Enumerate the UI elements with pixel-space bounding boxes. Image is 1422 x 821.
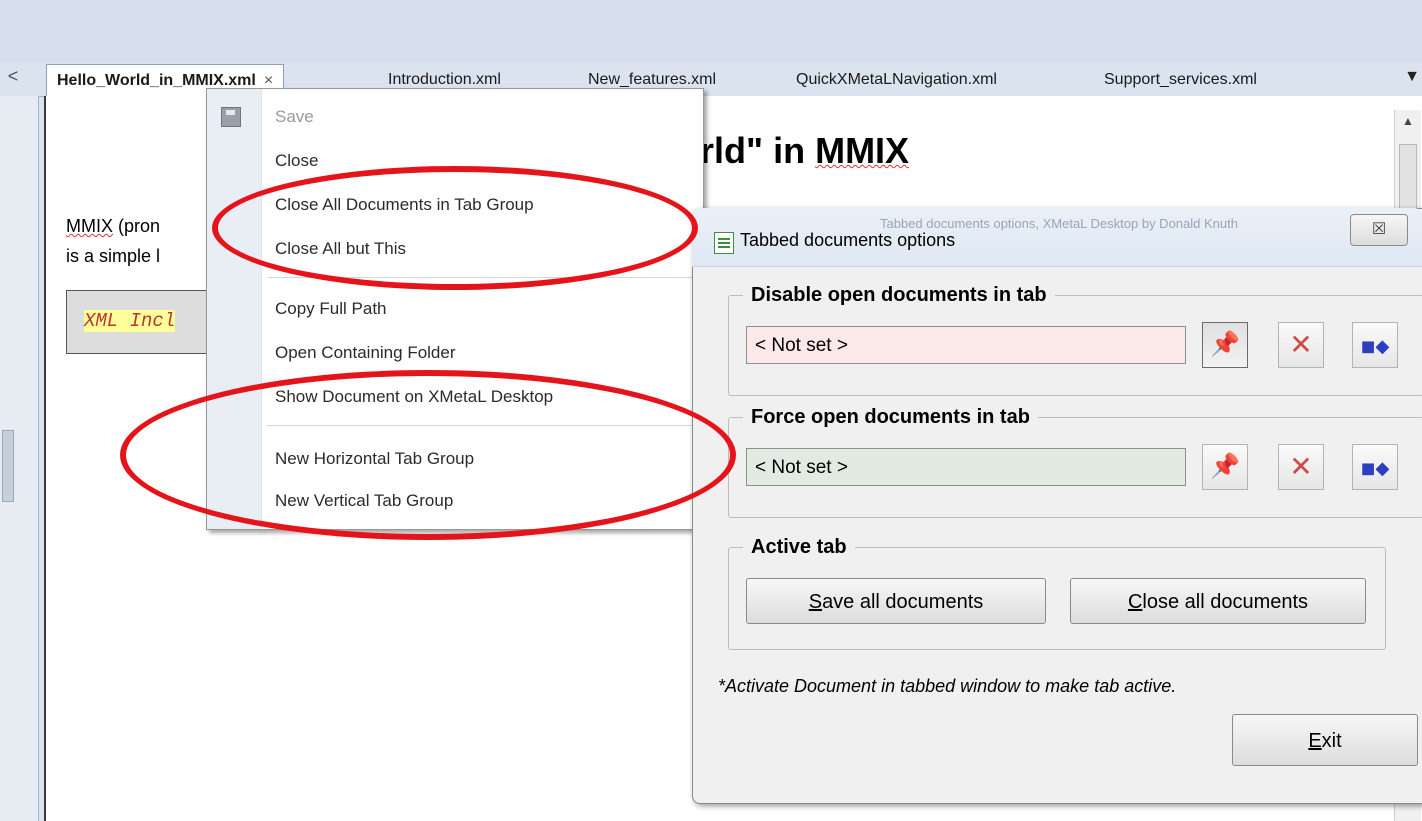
group-legend: Active tab <box>751 536 847 558</box>
button-label: xit <box>1321 730 1342 752</box>
heading-keyword: MMIX <box>815 130 910 171</box>
menu-item-copy-full-path[interactable]: Copy Full Path <box>275 299 387 319</box>
heading-text: rld" in <box>700 130 816 171</box>
force-tab-field[interactable]: < Not set > <box>746 448 1186 486</box>
xml-include-label: XML Incl <box>84 310 176 332</box>
pick-tab-icon: ◼◆ <box>1360 458 1390 478</box>
button-label: lose all documents <box>1142 591 1309 613</box>
tab-support-services[interactable]: Support_services.xml <box>1094 66 1267 94</box>
pin-icon: 📌 <box>1210 331 1240 358</box>
document-heading: rld" in MMIX <box>700 130 909 172</box>
document-paragraph-line1: MMIX (pron <box>66 216 160 237</box>
panel-resize-handle[interactable] <box>2 430 14 502</box>
button-label: ave all documents <box>822 591 984 613</box>
para-text: (pron <box>113 216 161 236</box>
disable-pin-button[interactable]: 📌 <box>1202 322 1248 368</box>
group-legend: Force open documents in tab <box>751 406 1030 428</box>
accelerator-key: C <box>1127 591 1143 613</box>
tab-close-icon[interactable]: × <box>264 72 273 89</box>
save-all-documents-button[interactable]: Save all documents <box>746 578 1046 624</box>
activation-hint: *Activate Document in tabbed window to m… <box>718 676 1177 696</box>
accelerator-key: S <box>808 591 823 613</box>
group-legend: Disable open documents in tab <box>751 284 1047 306</box>
document-paragraph-line2: is a simple l <box>66 246 161 266</box>
accelerator-key: E <box>1308 730 1322 752</box>
tab-label: Hello_World_in_MMIX.xml <box>57 72 256 89</box>
pick-tab-icon: ◼◆ <box>1360 336 1390 356</box>
para-keyword: MMIX <box>66 216 113 236</box>
exit-button[interactable]: Exit <box>1232 714 1418 766</box>
annotation-ellipse <box>212 166 698 290</box>
clear-x-icon: ✕ <box>1289 451 1313 482</box>
disable-tab-field[interactable]: < Not set > <box>746 326 1186 364</box>
dialog-close-button[interactable]: ☒ <box>1350 214 1408 246</box>
save-icon <box>221 107 241 127</box>
disable-pick-button[interactable]: ◼◆ <box>1352 322 1398 368</box>
clear-x-icon: ✕ <box>1289 329 1313 360</box>
dialog-title: Tabbed documents options <box>740 230 956 250</box>
disable-clear-button[interactable]: ✕ <box>1278 322 1324 368</box>
pin-icon: 📌 <box>1210 453 1240 480</box>
scroll-up-icon[interactable]: ▲ <box>1395 114 1421 128</box>
dialog-background-text: Tabbed documents options, XMetaL Desktop… <box>880 216 1238 231</box>
force-pin-button[interactable]: 📌 <box>1202 444 1248 490</box>
annotation-ellipse <box>120 370 736 540</box>
window-top-bar <box>0 0 1422 62</box>
dialog-document-icon <box>714 232 734 254</box>
close-all-documents-button[interactable]: Close all documents <box>1070 578 1366 624</box>
tab-overflow-icon[interactable]: ▼ <box>1402 62 1422 92</box>
tab-scroll-left-icon[interactable]: < <box>2 62 24 90</box>
menu-item-open-containing-folder[interactable]: Open Containing Folder <box>275 343 456 363</box>
menu-item-close[interactable]: Close <box>275 151 318 171</box>
force-pick-button[interactable]: ◼◆ <box>1352 444 1398 490</box>
force-clear-button[interactable]: ✕ <box>1278 444 1324 490</box>
tab-quickxmetal-navigation[interactable]: QuickXMetaLNavigation.xml <box>786 66 1007 94</box>
menu-item-save[interactable]: Save <box>275 107 314 127</box>
